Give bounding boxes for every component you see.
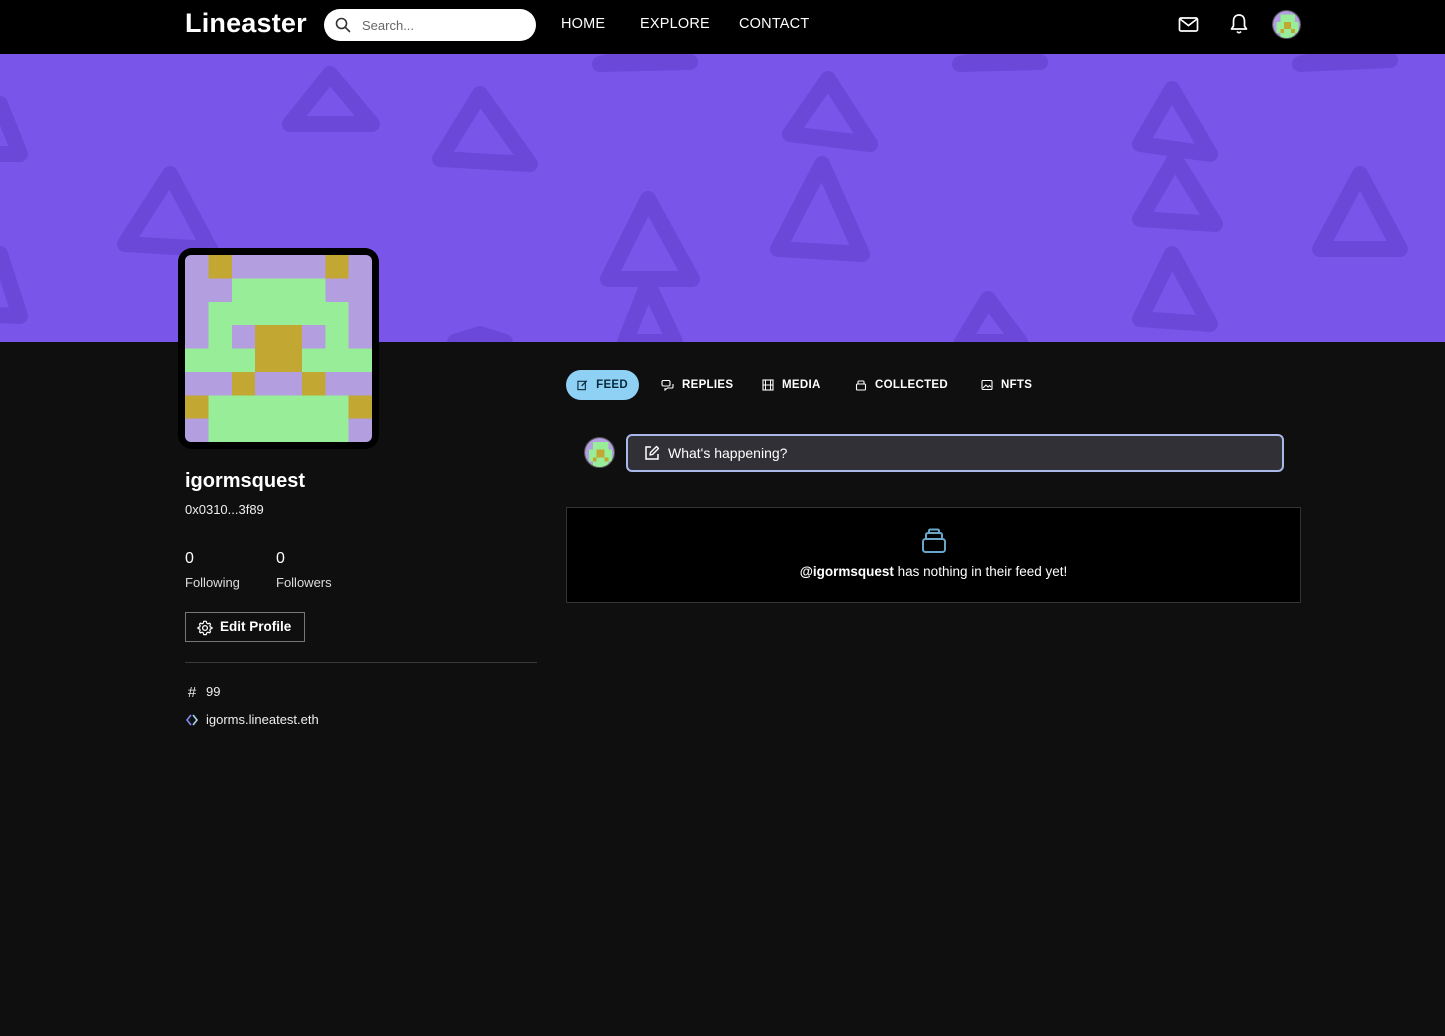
tab-media-label: MEDIA: [782, 379, 821, 391]
composer-placeholder: What's happening?: [668, 445, 788, 461]
gear-icon: [197, 620, 213, 636]
tab-nfts[interactable]: NFTS: [970, 370, 1043, 400]
hash-icon: #: [187, 684, 197, 701]
tab-feed[interactable]: FEED: [566, 370, 639, 400]
search-icon: [335, 17, 351, 33]
empty-feed-card: @igormsquest has nothing in their feed y…: [566, 507, 1301, 603]
profile-username: igormsquest: [185, 470, 306, 492]
search-bar[interactable]: [324, 9, 536, 41]
site-logo[interactable]: Lineaster: [185, 8, 307, 39]
film-icon: [762, 379, 774, 391]
followers-label[interactable]: Followers: [276, 575, 332, 590]
avatar-image: [1273, 11, 1300, 38]
search-input[interactable]: [362, 9, 527, 41]
composer-avatar-image: [585, 438, 614, 467]
bell-icon[interactable]: [1229, 13, 1249, 35]
chat-icon: [661, 379, 674, 391]
nav-link-explore[interactable]: EXPLORE: [640, 16, 710, 32]
edit-icon: [577, 380, 588, 391]
following-count[interactable]: 0: [185, 550, 194, 568]
empty-feed-message: @igormsquest has nothing in their feed y…: [567, 564, 1300, 579]
tab-media[interactable]: MEDIA: [751, 370, 832, 400]
collection-icon: [855, 380, 867, 391]
nav-link-contact[interactable]: CONTACT: [739, 16, 809, 32]
post-composer-input[interactable]: What's happening?: [626, 434, 1284, 472]
followers-count[interactable]: 0: [276, 550, 285, 568]
profile-avatar: [178, 248, 379, 449]
composer-avatar: [584, 437, 615, 468]
tab-collected-label: COLLECTED: [875, 379, 948, 391]
tab-nfts-label: NFTS: [1001, 379, 1033, 391]
top-navbar: Lineaster HOME EXPLORE CONTACT: [0, 0, 1445, 54]
tab-replies[interactable]: REPLIES: [650, 370, 744, 400]
profile-id-number: 99: [206, 684, 221, 699]
ens-name[interactable]: igorms.lineatest.eth: [206, 712, 319, 727]
wallet-address[interactable]: 0x0310...3f89: [185, 502, 264, 517]
collection-icon: [922, 528, 946, 553]
user-avatar-menu[interactable]: [1272, 10, 1301, 39]
compose-icon: [645, 445, 660, 460]
empty-feed-text: has nothing in their feed yet!: [893, 564, 1068, 579]
ens-icon: [185, 712, 199, 730]
tab-replies-label: REPLIES: [682, 379, 734, 391]
mail-icon[interactable]: [1178, 15, 1199, 34]
nav-link-home[interactable]: HOME: [561, 16, 605, 32]
tab-feed-label: FEED: [596, 379, 628, 391]
empty-feed-handle[interactable]: @igormsquest: [800, 564, 894, 579]
following-label[interactable]: Following: [185, 575, 240, 590]
profile-divider: [185, 662, 537, 663]
edit-profile-label: Edit Profile: [220, 619, 292, 634]
edit-profile-button[interactable]: Edit Profile: [185, 612, 305, 642]
image-icon: [981, 379, 993, 391]
tab-collected[interactable]: COLLECTED: [844, 370, 959, 400]
profile-avatar-image: [185, 255, 372, 442]
